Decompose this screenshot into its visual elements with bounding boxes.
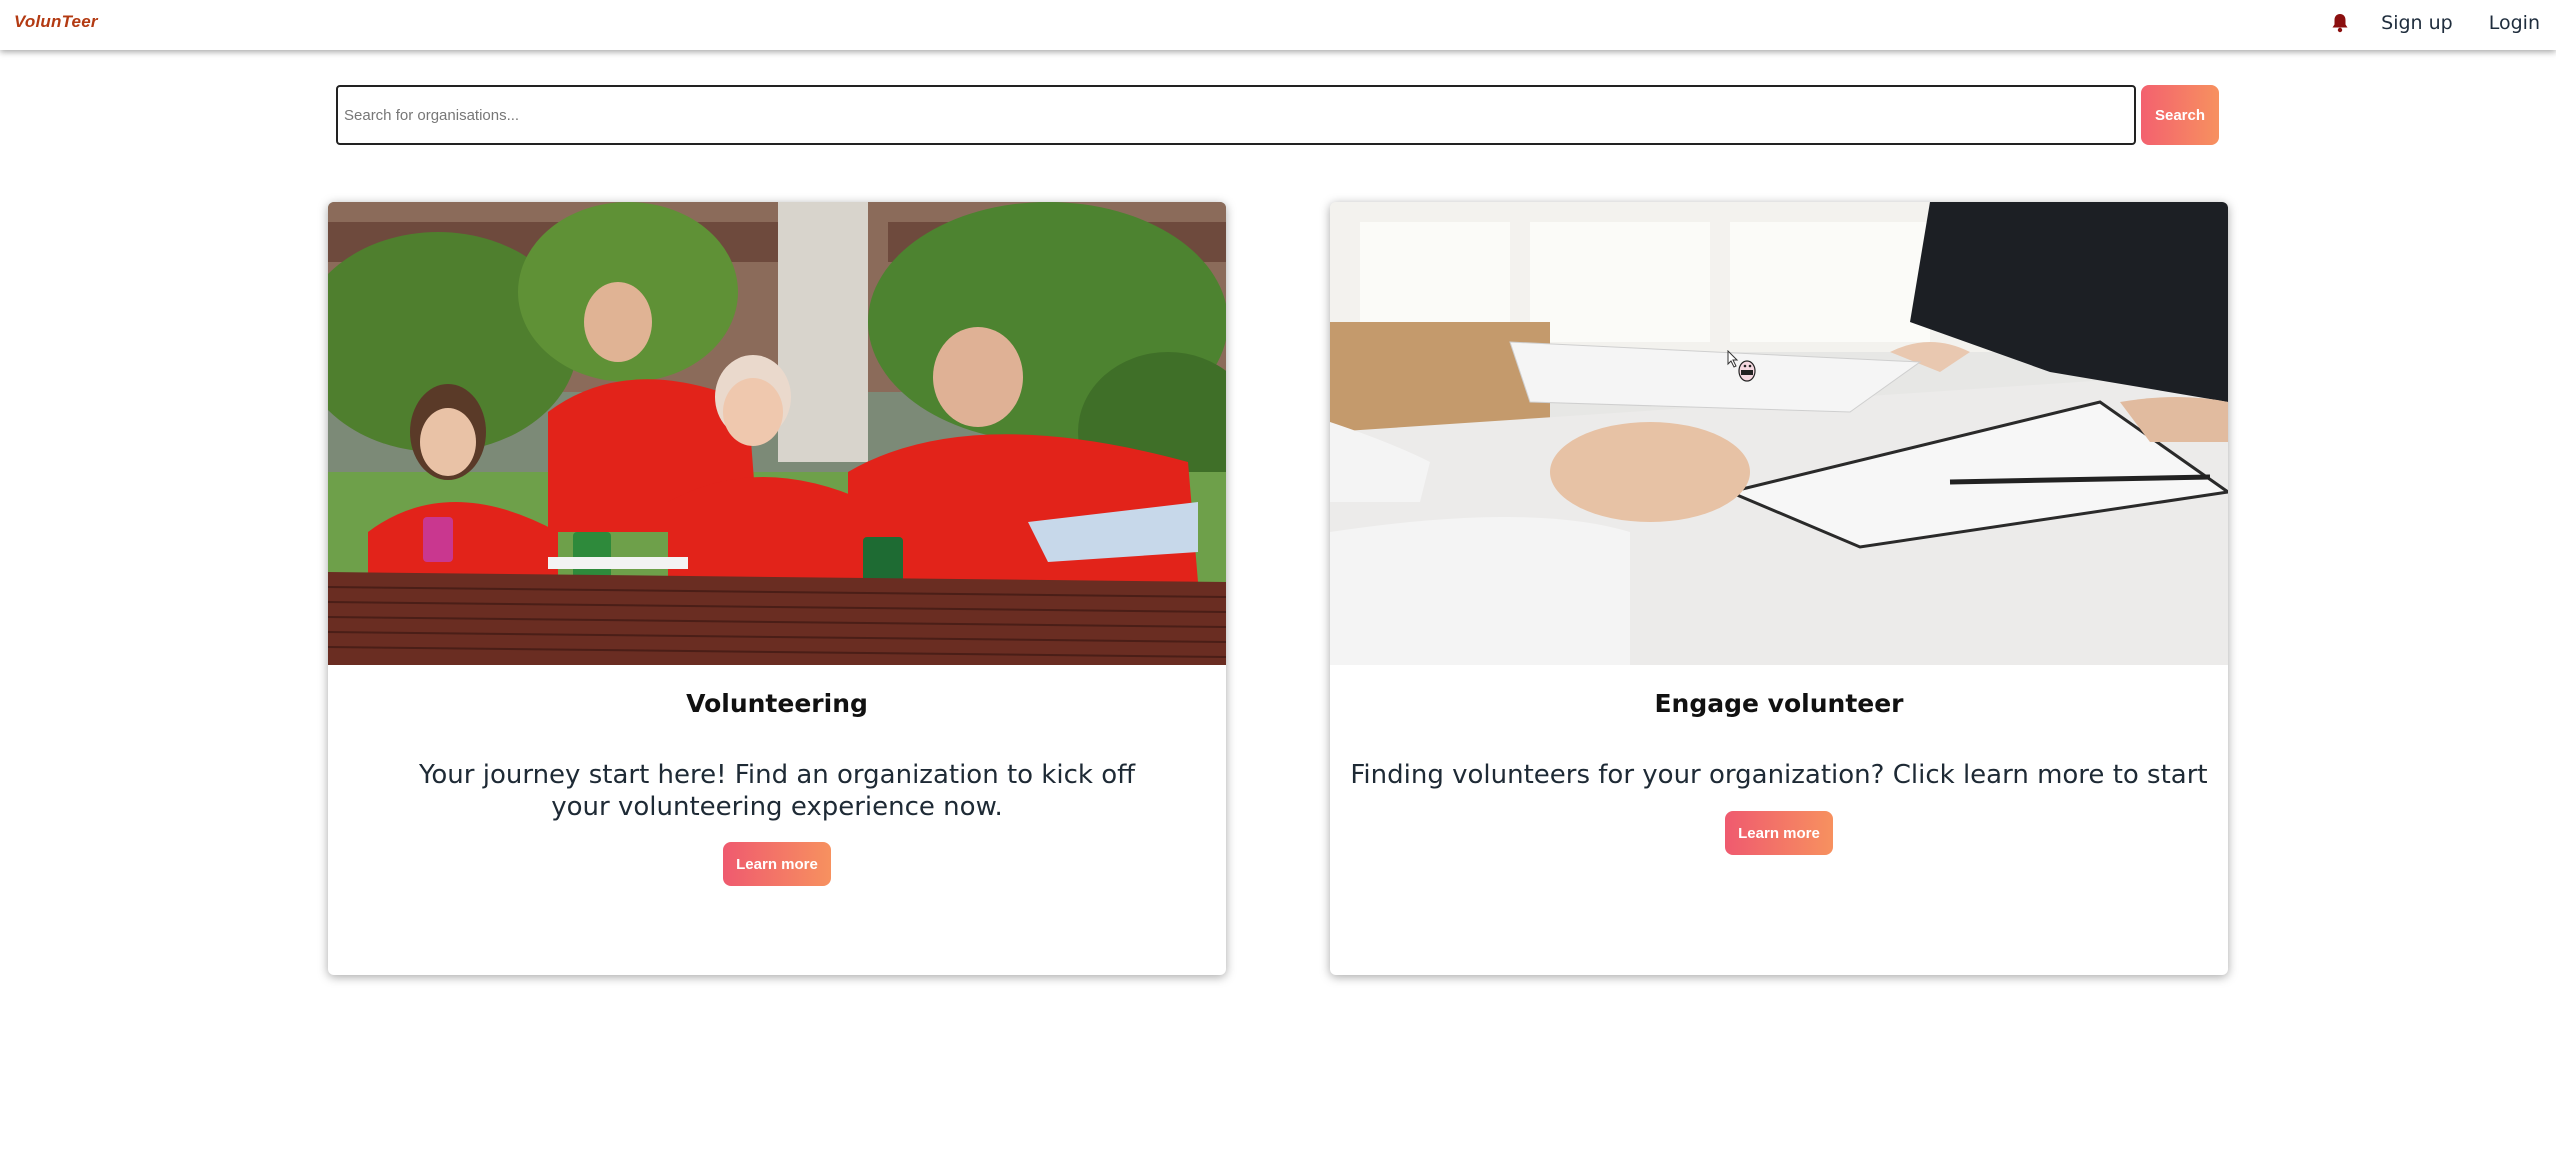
card-description: Your journey start here! Find an organiz… bbox=[418, 760, 1136, 822]
engage-volunteer-card: Engage volunteer Finding volunteers for … bbox=[1330, 202, 2228, 975]
search-input[interactable] bbox=[336, 85, 2136, 145]
learn-more-button[interactable]: Learn more bbox=[1725, 811, 1833, 855]
volunteering-card: Volunteering Your journey start here! Fi… bbox=[328, 202, 1226, 975]
handshake-documents-photo bbox=[1330, 202, 2228, 665]
learn-more-button[interactable]: Learn more bbox=[723, 842, 831, 886]
signup-link[interactable]: Sign up bbox=[2381, 12, 2453, 34]
mouse-cursor-icon bbox=[1727, 349, 1757, 386]
brand-logo[interactable]: VolunTeer bbox=[14, 12, 98, 32]
search-button[interactable]: Search bbox=[2141, 85, 2219, 145]
card-title: Volunteering bbox=[686, 689, 868, 718]
card-title: Engage volunteer bbox=[1654, 689, 1904, 718]
card-description: Finding volunteers for your organization… bbox=[1350, 760, 2208, 790]
navbar: VolunTeer Sign up Login bbox=[0, 0, 2556, 50]
nav-actions: Sign up Login bbox=[2329, 0, 2540, 46]
search-bar: Search bbox=[336, 85, 2219, 145]
bell-icon[interactable] bbox=[2329, 12, 2351, 34]
login-link[interactable]: Login bbox=[2489, 12, 2540, 34]
volunteers-photo bbox=[328, 202, 1226, 665]
